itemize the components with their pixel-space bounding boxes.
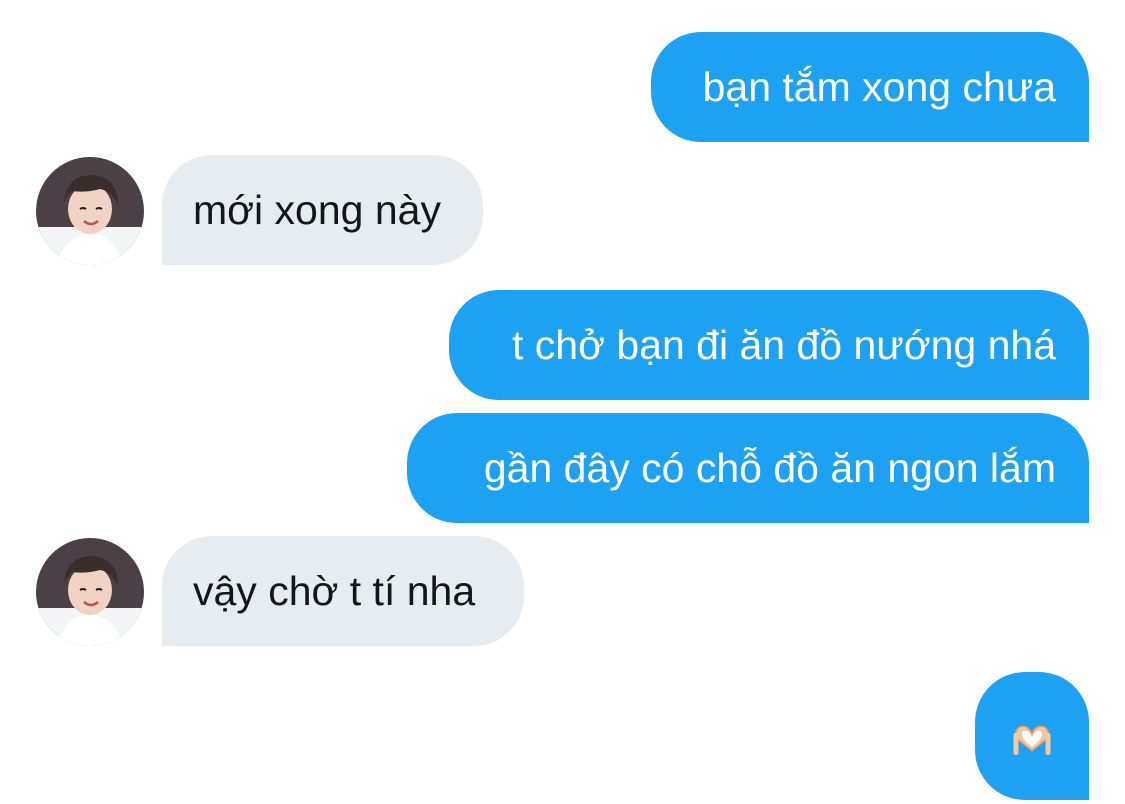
message-bubble-outgoing-emoji[interactable] [975, 672, 1089, 800]
avatar-photo-icon [36, 157, 144, 265]
avatar[interactable] [36, 538, 144, 646]
message-bubble-outgoing[interactable]: t chở bạn đi ăn đồ nướng nhá [449, 290, 1089, 400]
avatar-photo-icon [36, 538, 144, 646]
message-bubble-incoming[interactable]: mới xong này [162, 155, 483, 265]
heart-hands-icon [1013, 725, 1051, 756]
message-bubble-outgoing[interactable]: gần đây có chỗ đồ ăn ngon lắm [407, 413, 1089, 523]
avatar[interactable] [36, 157, 144, 265]
message-bubble-incoming[interactable]: vậy chờ t tí nha [162, 536, 524, 646]
message-bubble-outgoing[interactable]: bạn tắm xong chưa [651, 32, 1089, 142]
